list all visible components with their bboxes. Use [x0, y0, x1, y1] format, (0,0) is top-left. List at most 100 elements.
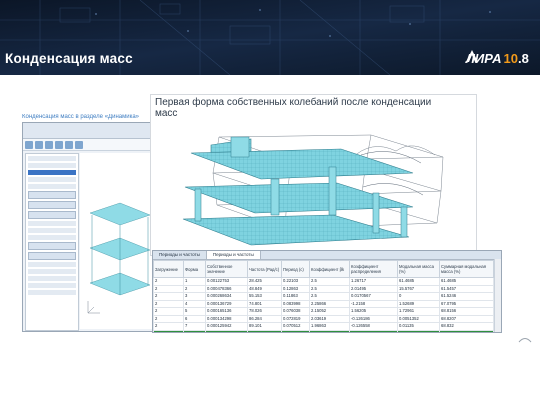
panel-row[interactable]: [28, 276, 76, 281]
table-cell[interactable]: 0.12863: [281, 284, 310, 293]
table-cell[interactable]: 67.0795: [439, 299, 494, 308]
table-cell[interactable]: 78.026: [247, 307, 282, 316]
table-cell[interactable]: 1.96863: [309, 322, 350, 331]
panel-row[interactable]: [28, 177, 76, 182]
col-header[interactable]: Период (с): [281, 260, 310, 278]
table-cell[interactable]: 68.832: [439, 322, 494, 331]
col-header[interactable]: Загружение: [153, 260, 184, 278]
table-cell[interactable]: 91.684: [247, 329, 282, 332]
table-row[interactable]: 2 3 0.000268634 55.153 0.11863 2.5 0.0170567 0 6…: [153, 292, 494, 301]
table-cell[interactable]: 1: [183, 277, 206, 286]
table-cell[interactable]: 61.5246: [439, 292, 494, 301]
table-cell[interactable]: -1.2158: [349, 299, 398, 308]
table-cell[interactable]: 2.15052: [309, 307, 350, 316]
col-header[interactable]: Частота (Рад/с): [247, 260, 282, 278]
table-cell[interactable]: 0.072819: [281, 314, 310, 323]
table-cell[interactable]: 2.02572: [309, 329, 350, 332]
table-cell[interactable]: 61.4685: [439, 277, 494, 286]
col-header[interactable]: Суммарная модальная масса (%): [439, 260, 494, 278]
table-vertical-scrollbar[interactable]: [494, 259, 501, 332]
table-cell[interactable]: 89.101: [247, 322, 282, 331]
table-cell[interactable]: 0.000268634: [205, 292, 248, 301]
panel-row[interactable]: [28, 228, 76, 233]
table-cell[interactable]: 2: [153, 284, 184, 293]
table-cell[interactable]: 2.5: [309, 277, 350, 286]
table-cell[interactable]: 0.076038: [281, 307, 310, 316]
table-cell[interactable]: 0.0051352: [397, 314, 440, 323]
col-header[interactable]: Коэффициент распределения: [349, 260, 398, 278]
table-cell[interactable]: 2: [153, 299, 184, 308]
table-cell[interactable]: 61.4685: [397, 277, 440, 286]
table-cell[interactable]: 0.000125942: [205, 322, 248, 331]
panel-row[interactable]: [28, 262, 76, 267]
col-header[interactable]: Собственное значение: [205, 260, 248, 278]
table-cell[interactable]: 0.11863: [281, 292, 310, 301]
ribbon-tool-icon[interactable]: [35, 141, 43, 149]
table-cell[interactable]: 5: [183, 307, 206, 316]
table-cell[interactable]: 0.083998: [281, 299, 310, 308]
ribbon-tool-icon[interactable]: [25, 141, 33, 149]
table-row[interactable]: 2 1 0.00122753 28.425 0.22103 2.5 1.26717 61.46…: [153, 277, 494, 286]
table-cell[interactable]: 74.801: [247, 299, 282, 308]
ribbon-tool-icon[interactable]: [65, 141, 73, 149]
table-cell[interactable]: 7: [183, 322, 206, 331]
table-row[interactable]: 2 2 0.000478366 48.849 0.12863 2.5 2.01495 15.5…: [153, 284, 494, 293]
panel-button[interactable]: [28, 252, 76, 260]
table-cell[interactable]: 0.000478366: [205, 284, 248, 293]
table-cell[interactable]: 2: [153, 329, 184, 332]
table-cell[interactable]: 2: [183, 284, 206, 293]
ribbon-tool-icon[interactable]: [45, 141, 53, 149]
table-row[interactable]: 2 6 0.000134298 86.284 0.072819 2.03619 -0.126…: [153, 314, 494, 323]
table-cell[interactable]: 2.03619: [309, 314, 350, 323]
panel-row[interactable]: [28, 156, 76, 161]
table-cell[interactable]: 61.5457: [439, 284, 494, 293]
table-cell[interactable]: 2.5: [309, 292, 350, 301]
table-cell[interactable]: 2.25866: [309, 299, 350, 308]
panel-row[interactable]: [28, 221, 76, 226]
table-cell[interactable]: -0.126558: [349, 322, 398, 331]
panel-row[interactable]: [28, 163, 76, 168]
table-cell[interactable]: -0.0271486: [349, 329, 398, 332]
table-cell[interactable]: 0: [397, 292, 440, 301]
table-cell[interactable]: 2.5: [309, 284, 350, 293]
tab-periods-frequencies-active[interactable]: Периоды и частоты: [206, 251, 261, 259]
table-cell[interactable]: 2: [153, 307, 184, 316]
table-cell[interactable]: 68.8156: [439, 307, 494, 316]
table-cell[interactable]: 0.000165136: [205, 307, 248, 316]
panel-button[interactable]: [28, 191, 76, 199]
table-row[interactable]: 2 4 0.000136729 74.801 0.083998 2.25866 -1.215…: [153, 299, 494, 308]
table-row[interactable]: 2 5 0.000165136 78.026 0.076038 2.15052 1.5620…: [153, 307, 494, 316]
table-cell[interactable]: 2: [153, 322, 184, 331]
table-cell[interactable]: 2: [153, 277, 184, 286]
table-cell[interactable]: 4: [183, 299, 206, 308]
table-cell[interactable]: 68.8207: [439, 314, 494, 323]
panel-button[interactable]: [28, 201, 76, 209]
table-cell[interactable]: 86.284: [247, 314, 282, 323]
panel-row[interactable]: [28, 283, 76, 288]
col-header[interactable]: Модальная масса (%): [397, 260, 440, 278]
table-cell[interactable]: 1.26717: [349, 277, 398, 286]
table-cell[interactable]: 2: [153, 292, 184, 301]
table-cell[interactable]: 0.00122753: [205, 277, 248, 286]
table-cell[interactable]: 0.01135: [397, 322, 440, 331]
table-cell[interactable]: 3: [183, 292, 206, 301]
table-cell[interactable]: 0.000136729: [205, 299, 248, 308]
table-cell[interactable]: 8: [183, 329, 206, 332]
table-cell[interactable]: -0.126186: [349, 314, 398, 323]
col-header[interactable]: Форма: [183, 260, 206, 278]
ribbon-tool-icon[interactable]: [55, 141, 63, 149]
panel-row[interactable]: [28, 290, 76, 295]
tab-periods-frequencies[interactable]: Периоды и частоты: [153, 251, 207, 259]
ribbon-tool-icon[interactable]: [75, 141, 83, 149]
table-cell[interactable]: 0.000134298: [205, 314, 248, 323]
table-cell[interactable]: 55.153: [247, 292, 282, 301]
table-cell[interactable]: 0.070512: [281, 322, 310, 331]
table-cell[interactable]: 6: [183, 314, 206, 323]
table-cell[interactable]: 0: [397, 329, 440, 332]
table-row[interactable]: 2 7 0.000125942 89.101 0.070512 1.96863 -0.126…: [153, 322, 494, 331]
app-model-view[interactable]: [80, 153, 156, 329]
table-cell[interactable]: 68.839: [439, 329, 494, 332]
table-cell[interactable]: 1.56205: [349, 307, 398, 316]
col-header[interactable]: Коэффициент βk: [309, 260, 350, 278]
table-cell[interactable]: 1.52689: [397, 299, 440, 308]
